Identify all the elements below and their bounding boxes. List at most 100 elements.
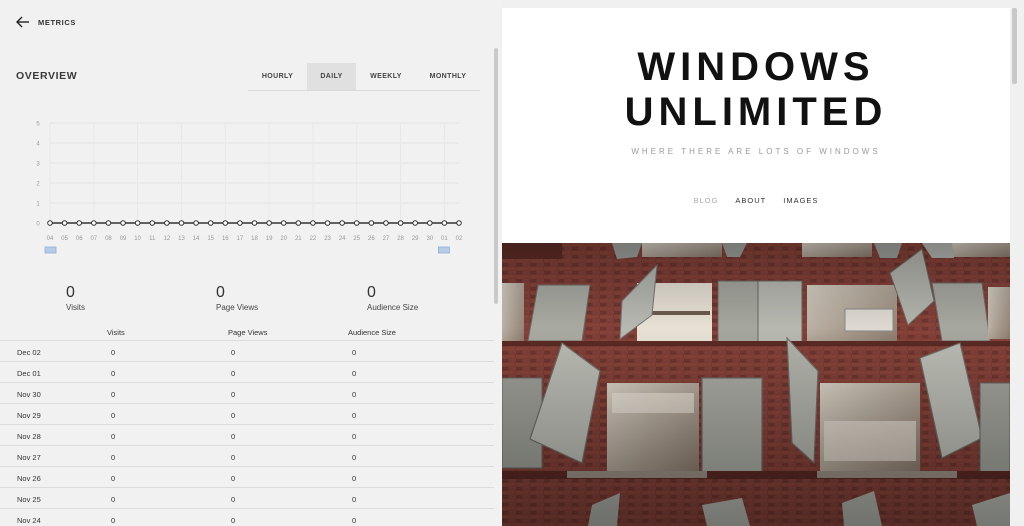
- row-date: Dec 02: [17, 348, 41, 357]
- row-audience: 0: [352, 348, 357, 357]
- x-tick-label: 13: [178, 236, 185, 242]
- site-nav: BLOG ABOUT IMAGES: [502, 196, 1010, 205]
- row-visits: 0: [111, 453, 116, 462]
- row-page-views: 0: [231, 348, 236, 357]
- data-point: [412, 220, 418, 226]
- site-title-line1: WINDOWS: [637, 45, 875, 89]
- column-header-visits: Visits: [107, 328, 125, 337]
- data-point: [193, 220, 199, 226]
- data-point: [456, 220, 462, 226]
- row-date: Nov 30: [17, 390, 41, 399]
- hero-image-brick-building: [502, 243, 1010, 526]
- y-tick-label: 3: [36, 162, 40, 168]
- data-point: [164, 220, 170, 226]
- data-point: [353, 220, 360, 226]
- data-point: [222, 220, 229, 226]
- row-audience: 0: [352, 453, 357, 462]
- row-visits: 0: [111, 516, 116, 525]
- x-tick-label: 21: [295, 236, 302, 242]
- data-point: [295, 220, 302, 226]
- table-row: Nov 26 0 0 0: [0, 467, 494, 488]
- x-tick-label: 18: [251, 236, 258, 242]
- y-tick-label: 2: [36, 182, 40, 188]
- data-point: [397, 220, 404, 226]
- data-point: [105, 220, 112, 226]
- row-date: Nov 28: [17, 432, 41, 441]
- table-row: Nov 24 0 0 0: [0, 509, 494, 526]
- data-point: [266, 220, 272, 226]
- row-date: Dec 01: [17, 369, 41, 378]
- stat-audience-label: Audience Size: [367, 303, 419, 312]
- row-date: Nov 27: [17, 453, 41, 462]
- row-visits: 0: [111, 495, 116, 504]
- x-tick-label: 27: [383, 236, 390, 242]
- range-handle-end[interactable]: [437, 246, 450, 254]
- x-tick-label: 09: [120, 236, 127, 242]
- stat-page-views: 0 Page Views: [216, 284, 258, 312]
- table-row: Nov 28 0 0 0: [0, 425, 494, 446]
- data-point: [61, 220, 68, 226]
- x-tick-label: 12: [164, 236, 171, 242]
- y-tick-label: 5: [36, 122, 40, 128]
- stat-audience-value: 0: [367, 284, 376, 301]
- tab-monthly[interactable]: MONTHLY: [416, 63, 480, 90]
- stat-audience: 0 Audience Size: [367, 284, 418, 312]
- x-tick-label: 25: [353, 236, 360, 242]
- x-tick-label: 04: [47, 236, 54, 242]
- table-row: Nov 27 0 0 0: [0, 446, 494, 467]
- arrow-left-icon: [16, 16, 29, 28]
- x-tick-label: 20: [280, 236, 287, 242]
- stat-visits-value: 0: [66, 284, 75, 301]
- row-visits: 0: [111, 474, 116, 483]
- overview-title: OVERVIEW: [16, 70, 78, 82]
- row-audience: 0: [352, 495, 357, 504]
- column-header-audience: Audience Size: [348, 328, 396, 337]
- table-row: Nov 25 0 0 0: [0, 488, 494, 509]
- row-visits: 0: [111, 411, 116, 420]
- x-tick-label: 16: [222, 236, 229, 242]
- data-point: [91, 220, 97, 226]
- preview-scrollbar[interactable]: [1012, 8, 1017, 84]
- table-row: Nov 29 0 0 0: [0, 404, 494, 425]
- row-audience: 0: [352, 390, 357, 399]
- row-audience: 0: [352, 474, 357, 483]
- tab-hourly[interactable]: HOURLY: [248, 63, 307, 90]
- site-tagline: WHERE THERE ARE LOTS OF WINDOWS: [631, 147, 881, 156]
- row-audience: 0: [352, 411, 357, 420]
- x-tick-label: 11: [149, 236, 156, 242]
- data-point: [426, 220, 433, 226]
- left-scrollbar[interactable]: [494, 48, 498, 304]
- row-date: Nov 26: [17, 474, 41, 483]
- y-tick-label: 4: [36, 142, 40, 148]
- nav-blog[interactable]: BLOG: [694, 196, 719, 205]
- metrics-panel: METRICS OVERVIEW HOURLY DAILY WEEKLY MON…: [0, 0, 502, 526]
- table-header: Visits Page Views Audience Size: [0, 325, 494, 341]
- table-row: Dec 02 0 0 0: [0, 341, 494, 362]
- row-visits: 0: [111, 432, 116, 441]
- x-tick-label: 02: [456, 236, 463, 242]
- data-point: [339, 220, 345, 226]
- x-tick-label: 22: [310, 236, 317, 242]
- data-point: [178, 220, 185, 226]
- row-page-views: 0: [231, 495, 236, 504]
- stat-visits: 0 Visits: [66, 284, 85, 312]
- tab-daily[interactable]: DAILY: [307, 63, 356, 90]
- table-body: Dec 02 0 0 0 Dec 01 0 0 0 Nov 30 0 0 0 Nov 29 0 0 0 Nov …: [0, 341, 494, 526]
- row-page-views: 0: [231, 453, 236, 462]
- nav-images[interactable]: IMAGES: [783, 196, 818, 205]
- metrics-back-link[interactable]: METRICS: [16, 14, 76, 30]
- data-point: [237, 220, 243, 226]
- data-point: [47, 220, 53, 226]
- row-visits: 0: [111, 369, 116, 378]
- range-handle-start[interactable]: [44, 246, 57, 254]
- tab-weekly[interactable]: WEEKLY: [356, 63, 416, 90]
- metrics-table: Visits Page Views Audience Size Dec 02 0 0…: [0, 325, 494, 526]
- daily-metrics-chart: 54321004 05 06 07 08 09 10 11 12 13 14 15 16 17 18 19 20…: [36, 122, 463, 254]
- nav-about[interactable]: ABOUT: [735, 196, 766, 205]
- x-tick-label: 15: [207, 236, 214, 242]
- row-audience: 0: [352, 369, 357, 378]
- x-tick-label: 17: [237, 236, 244, 242]
- row-page-views: 0: [231, 369, 236, 378]
- row-date: Nov 24: [17, 516, 41, 525]
- stat-page-views-label: Page Views: [216, 303, 259, 312]
